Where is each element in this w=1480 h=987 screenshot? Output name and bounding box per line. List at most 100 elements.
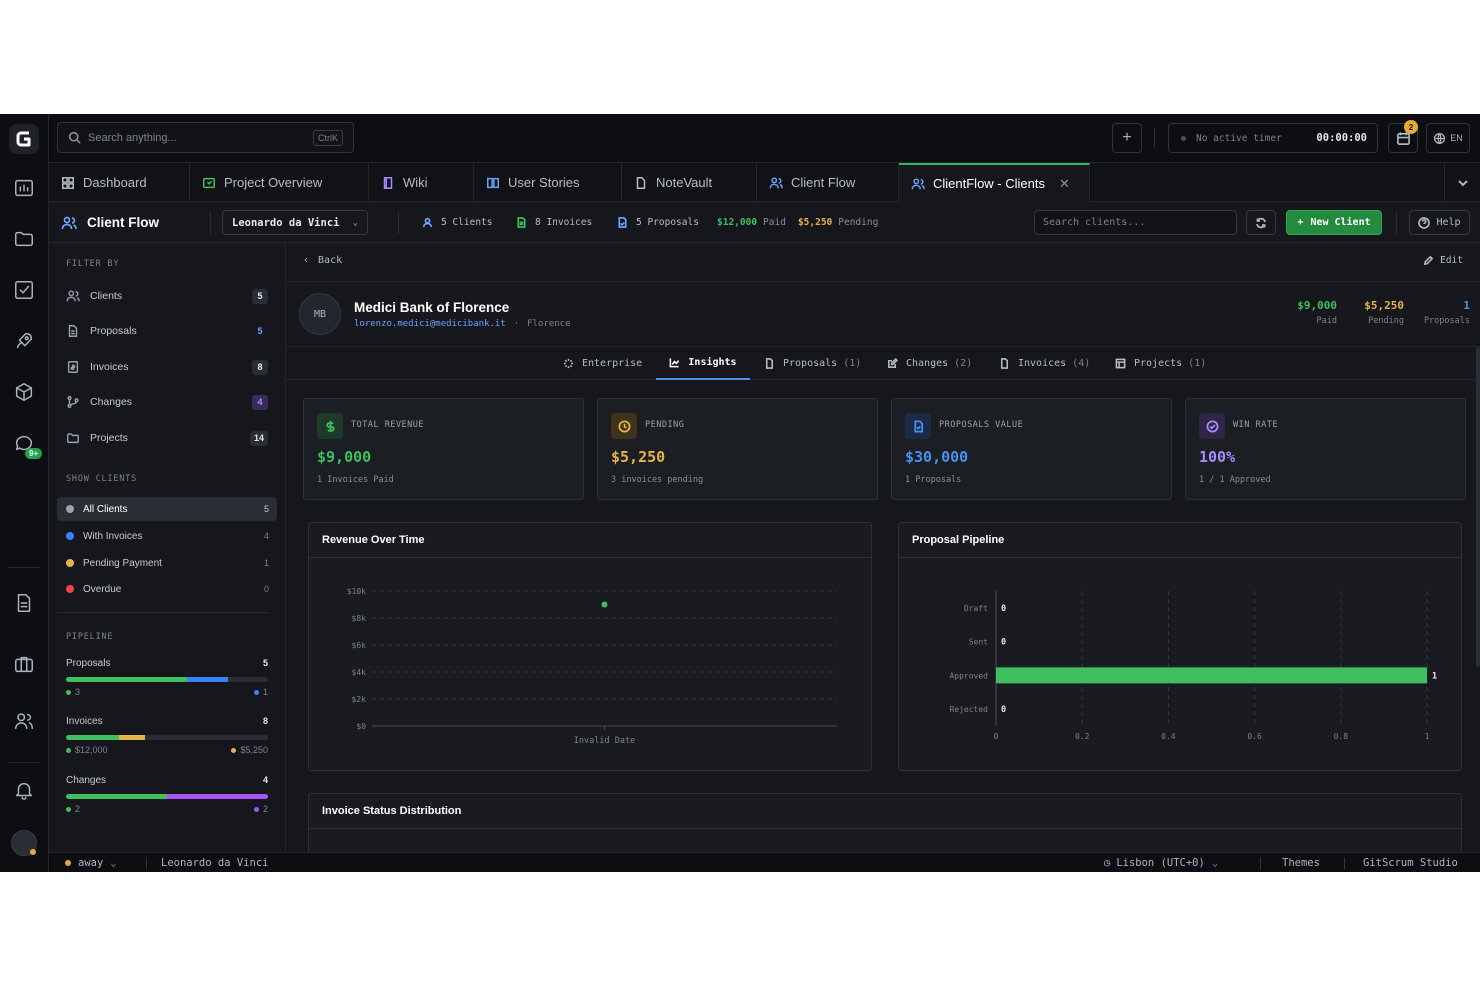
language-button[interactable]: EN xyxy=(1426,123,1470,153)
stat-paid-label: Paid xyxy=(763,217,786,228)
show-overdue[interactable]: Overdue 0 xyxy=(57,577,277,601)
filter-invoices[interactable]: Invoices 8 xyxy=(66,356,268,378)
clock-icon: ◷ xyxy=(1104,857,1111,869)
add-button[interactable]: + xyxy=(1112,123,1142,153)
show-with-invoices[interactable]: With Invoices 4 xyxy=(57,524,277,548)
tab-projects[interactable]: Projects (1) xyxy=(1115,347,1206,380)
chevron-left-icon: ‹ xyxy=(303,255,310,266)
team-rail-icon[interactable] xyxy=(11,708,37,734)
tab-user-stories[interactable]: User Stories xyxy=(474,163,622,202)
layout-icon xyxy=(1115,358,1126,369)
client-pending: $5,250 Pending xyxy=(1364,299,1404,326)
user-avatar[interactable] xyxy=(11,830,37,856)
filter-label: Proposals xyxy=(90,325,137,337)
tab-changes[interactable]: Changes (2) xyxy=(887,347,972,380)
kpi-total-revenue: TOTAL REVENUE $9,000 1 Invoices Paid xyxy=(303,398,584,500)
studio-link[interactable]: GitScrum Studio xyxy=(1363,853,1458,872)
pipeline-bar xyxy=(66,735,268,740)
pipeline-chart: 0 0.2 0.4 0.6 0.8 1 Draft 0 Sent 0 Approved 1 Reject… xyxy=(949,591,1437,741)
scrollbar[interactable] xyxy=(1476,347,1480,667)
document-icon xyxy=(765,358,774,369)
client-search-input[interactable]: Search clients... xyxy=(1034,210,1237,235)
briefcase-rail-icon[interactable] xyxy=(11,651,37,677)
filter-label: Changes xyxy=(90,396,133,408)
tab-enterprise[interactable]: Enterprise xyxy=(563,347,642,380)
status-dot xyxy=(66,532,74,540)
git-branch-icon xyxy=(67,396,79,408)
refresh-button[interactable] xyxy=(1246,210,1276,235)
rocket-rail-icon[interactable] xyxy=(11,328,37,354)
timer-value: 00:00:00 xyxy=(1316,132,1367,144)
revenue-chart-panel: Revenue Over Time $10k $8k $6k $4k $2k $0 Inva… xyxy=(308,522,872,771)
pipeline-bar-left xyxy=(66,735,119,740)
client-email[interactable]: lorenzo.medici@medicibank.it xyxy=(354,319,506,329)
tab-invoices[interactable]: Invoices (4) xyxy=(999,347,1090,380)
show-pending-payment[interactable]: Pending Payment 1 xyxy=(57,551,277,575)
global-search-input[interactable]: Search anything... CtrlK xyxy=(57,122,354,153)
tab-proposals[interactable]: Proposals (1) xyxy=(764,347,861,380)
filter-proposals[interactable]: Proposals 5 xyxy=(66,320,268,342)
users-icon xyxy=(769,176,783,188)
folder-rail-icon[interactable] xyxy=(11,226,37,252)
pipeline-total: 5 xyxy=(262,658,268,668)
tab-dashboard[interactable]: Dashboard xyxy=(49,163,190,202)
kpi-value: $5,250 xyxy=(611,448,666,466)
module-header: Client Flow Leonardo da Vinci ⌄ 5 Client… xyxy=(49,202,1480,243)
filter-changes[interactable]: Changes 4 xyxy=(66,391,268,413)
tab-client-flow[interactable]: Client Flow xyxy=(757,163,899,202)
document-rail-icon[interactable] xyxy=(11,590,37,616)
filter-projects[interactable]: Projects 14 xyxy=(66,427,268,449)
back-label: Back xyxy=(318,255,343,266)
timezone-selector[interactable]: ◷ Lisbon (UTC+0) ⌄ xyxy=(1104,853,1218,872)
pipeline-category-label: Approved xyxy=(949,671,988,680)
client-paid-label: Paid xyxy=(1316,316,1337,326)
edit-button[interactable]: Edit xyxy=(1423,255,1463,266)
tab-wiki[interactable]: Wiki xyxy=(369,163,474,202)
box-rail-icon[interactable] xyxy=(11,379,37,405)
app-window: 9+ Search anything... CtrlK + No active … xyxy=(0,114,1480,872)
subtab-label: Insights xyxy=(688,357,737,368)
tab-notevault[interactable]: NoteVault xyxy=(622,163,757,202)
tab-label: ClientFlow - Clients xyxy=(933,176,1045,191)
proposal-icon xyxy=(618,217,627,228)
tabs-overflow-button[interactable] xyxy=(1444,163,1480,202)
client-avatar: MB xyxy=(299,293,341,335)
pipeline-bar-right xyxy=(118,735,145,740)
help-button[interactable]: Help xyxy=(1409,210,1470,235)
timer-widget[interactable]: No active timer 00:00:00 xyxy=(1168,123,1378,153)
filter-label: Invoices xyxy=(90,361,129,373)
tab-bar: Dashboard Project Overview Wiki User Sto… xyxy=(49,163,1480,202)
option-label: With Invoices xyxy=(83,530,143,542)
subtab-label: Changes xyxy=(906,358,949,369)
tasks-rail-icon[interactable] xyxy=(11,277,37,303)
presence-selector[interactable]: away ⌄ xyxy=(65,853,117,872)
timer-status-dot xyxy=(1181,135,1186,141)
bell-rail-icon[interactable] xyxy=(11,777,37,803)
rail-divider xyxy=(8,762,40,763)
themes-link[interactable]: Themes xyxy=(1282,853,1320,872)
new-client-button[interactable]: + New Client xyxy=(1286,210,1382,235)
tab-project-overview[interactable]: Project Overview xyxy=(190,163,369,202)
pipeline-x-tick: 0.4 xyxy=(1161,732,1176,741)
pipeline-changes: Changes 4 2 2 xyxy=(66,775,268,814)
pipeline-dot xyxy=(66,689,71,695)
show-clients-heading: SHOW CLIENTS xyxy=(66,474,138,484)
left-rail: 9+ xyxy=(0,114,49,872)
kpi-sub: 1 Invoices Paid xyxy=(317,475,394,485)
show-all-clients[interactable]: All Clients 5 xyxy=(57,497,277,521)
timer-label: No active timer xyxy=(1196,132,1282,144)
pipeline-right-value: 2 xyxy=(262,804,268,814)
kpi-label: PENDING xyxy=(645,420,685,430)
back-button[interactable]: ‹ Back xyxy=(303,255,342,266)
user-select[interactable]: Leonardo da Vinci ⌄ xyxy=(222,210,368,235)
close-tab-icon[interactable]: ✕ xyxy=(1059,176,1070,192)
status-divider xyxy=(146,857,147,869)
topbar-divider xyxy=(1154,128,1155,148)
tab-clientflow-clients[interactable]: ClientFlow - Clients ✕ xyxy=(899,163,1090,202)
subtab-label: Invoices xyxy=(1018,358,1067,369)
tab-insights[interactable]: Insights xyxy=(656,347,750,380)
kpi-value: $9,000 xyxy=(317,448,372,466)
filter-clients[interactable]: Clients 5 xyxy=(66,285,268,307)
dashboard-rail-icon[interactable] xyxy=(11,175,37,201)
app-logo-icon[interactable] xyxy=(9,124,39,154)
